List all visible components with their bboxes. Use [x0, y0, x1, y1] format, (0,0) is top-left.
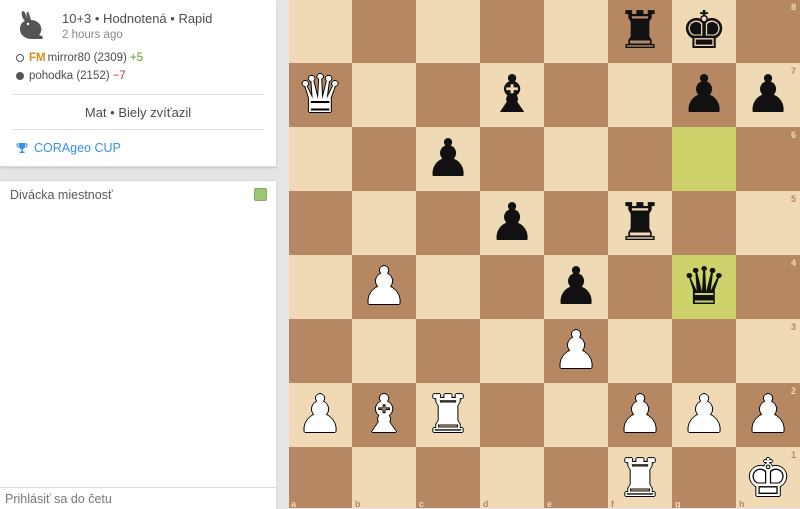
black-pawn-h7[interactable]: ♟ — [736, 63, 800, 127]
chat-input[interactable]: Prihlásiť sa do četu — [0, 487, 276, 509]
game-result: Mat • Biely zvíťazil — [84, 105, 192, 120]
square-a4[interactable] — [289, 255, 352, 319]
square-a6[interactable] — [289, 127, 352, 191]
square-g6[interactable] — [672, 127, 736, 191]
square-d8[interactable] — [480, 0, 544, 63]
file-label-e: e — [547, 499, 553, 508]
white-player[interactable]: FM mirror80 (2309) +5 — [16, 52, 143, 64]
file-label-g: g — [675, 499, 681, 508]
square-f4[interactable] — [608, 255, 672, 319]
tournament-link[interactable]: CORAgeo CUP — [16, 141, 121, 155]
white-pawn-e3[interactable]: ♟ — [544, 319, 608, 383]
game-time-ago: 2 hours ago — [62, 29, 123, 41]
black-rook-f5[interactable]: ♜ — [608, 191, 672, 255]
chat-title: Divácka miestnosť — [10, 188, 113, 202]
spectator-chat: Divácka miestnosť Prihlásiť sa do četu — [0, 180, 276, 509]
divider — [12, 94, 264, 95]
square-f3[interactable] — [608, 319, 672, 383]
square-g3[interactable] — [672, 319, 736, 383]
black-pawn-g7[interactable]: ♟ — [672, 63, 736, 127]
square-f7[interactable] — [608, 63, 672, 127]
black-player-rating: (2152) — [76, 70, 110, 82]
white-bishop-b2[interactable]: ♝ — [352, 383, 416, 447]
square-b6[interactable] — [352, 127, 416, 191]
white-rook-f1[interactable]: ♜ — [608, 447, 672, 508]
black-king-g8[interactable]: ♚ — [672, 0, 736, 63]
black-player[interactable]: pohodka (2152) −7 — [16, 70, 126, 82]
white-queen-a7[interactable]: ♛ — [289, 63, 352, 127]
square-a3[interactable] — [289, 319, 352, 383]
square-f6[interactable] — [608, 127, 672, 191]
black-color-icon — [16, 72, 24, 80]
black-queen-g4[interactable]: ♛ — [672, 255, 736, 319]
square-c4[interactable] — [416, 255, 480, 319]
divider — [12, 129, 264, 130]
rank-label-5: 5 — [791, 194, 797, 204]
tournament-name[interactable]: CORAgeo CUP — [34, 141, 121, 155]
file-label-c: c — [419, 499, 425, 508]
white-rook-c2[interactable]: ♜ — [416, 383, 480, 447]
white-king-h1[interactable]: ♚ — [736, 447, 800, 508]
square-b5[interactable] — [352, 191, 416, 255]
rank-label-8: 8 — [791, 2, 797, 12]
square-a1[interactable] — [289, 447, 352, 508]
rank-label-3: 3 — [791, 322, 797, 332]
square-d6[interactable] — [480, 127, 544, 191]
square-d3[interactable] — [480, 319, 544, 383]
square-b7[interactable] — [352, 63, 416, 127]
black-rook-f8[interactable]: ♜ — [608, 0, 672, 63]
white-pawn-a2[interactable]: ♟ — [289, 383, 352, 447]
square-a8[interactable] — [289, 0, 352, 63]
square-e2[interactable] — [544, 383, 608, 447]
square-c5[interactable] — [416, 191, 480, 255]
game-meta: 10+3 • Hodnotená • Rapid — [62, 11, 213, 26]
square-b3[interactable] — [352, 319, 416, 383]
file-label-d: d — [483, 499, 489, 508]
square-d1[interactable] — [480, 447, 544, 508]
black-pawn-e4[interactable]: ♟ — [544, 255, 608, 319]
white-player-name[interactable]: mirror80 — [48, 52, 91, 64]
square-b8[interactable] — [352, 0, 416, 63]
square-c1[interactable] — [416, 447, 480, 508]
file-label-b: b — [355, 499, 361, 508]
chat-toggle[interactable] — [254, 188, 267, 201]
game-info-card: 10+3 • Hodnotená • Rapid 2 hours ago FM m… — [0, 0, 276, 167]
white-player-rating: (2309) — [93, 52, 127, 64]
square-d4[interactable] — [480, 255, 544, 319]
square-e6[interactable] — [544, 127, 608, 191]
square-b1[interactable] — [352, 447, 416, 508]
rank-label-4: 4 — [791, 258, 797, 268]
white-pawn-b4[interactable]: ♟ — [352, 255, 416, 319]
white-color-icon — [16, 54, 24, 62]
white-rating-diff: +5 — [129, 52, 143, 64]
square-g1[interactable] — [672, 447, 736, 508]
square-c7[interactable] — [416, 63, 480, 127]
player-title: FM — [29, 52, 46, 64]
square-e7[interactable] — [544, 63, 608, 127]
white-pawn-f2[interactable]: ♟ — [608, 383, 672, 447]
square-e8[interactable] — [544, 0, 608, 63]
white-pawn-h2[interactable]: ♟ — [736, 383, 800, 447]
square-a5[interactable] — [289, 191, 352, 255]
trophy-icon — [16, 143, 28, 153]
rank-label-6: 6 — [791, 130, 797, 140]
rapid-rabbit-icon — [20, 11, 43, 39]
black-rating-diff: −7 — [112, 70, 126, 82]
square-c8[interactable] — [416, 0, 480, 63]
black-pawn-c6[interactable]: ♟ — [416, 127, 480, 191]
black-pawn-d5[interactable]: ♟ — [480, 191, 544, 255]
black-bishop-d7[interactable]: ♝ — [480, 63, 544, 127]
square-e5[interactable] — [544, 191, 608, 255]
chess-board[interactable]: a b c d e f g h 8 7 6 5 4 3 2 1 ♜ ♚ ♛ ♝ ♟ ♟ ♟ ♟ ♜ ♟ ♟ ♛ ♟ ♟ ♝ ♜ ♟ ♟ ♟ ♜ ♚ — [289, 0, 800, 508]
white-pawn-g2[interactable]: ♟ — [672, 383, 736, 447]
square-d2[interactable] — [480, 383, 544, 447]
square-g5[interactable] — [672, 191, 736, 255]
square-e1[interactable] — [544, 447, 608, 508]
square-c3[interactable] — [416, 319, 480, 383]
file-label-a: a — [291, 499, 297, 508]
black-player-name[interactable]: pohodka — [29, 70, 73, 82]
